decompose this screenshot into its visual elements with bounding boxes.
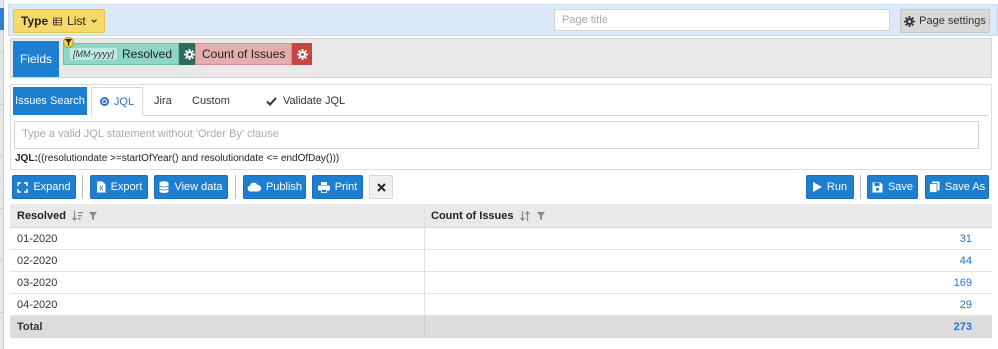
field-chip-count-of-issues[interactable]: Count of Issues xyxy=(195,43,313,65)
list-icon xyxy=(53,17,63,25)
fields-bar: Fields [MM-yyyy] Resolved Count of Issue… xyxy=(10,37,992,78)
print-button[interactable]: Print xyxy=(312,175,363,199)
sort-icon[interactable] xyxy=(71,211,83,221)
validate-jql-button[interactable]: Validate JQL xyxy=(266,87,345,115)
field-chip-label: Resolved xyxy=(122,47,173,61)
total-label: Total xyxy=(10,316,425,338)
expand-label: Expand xyxy=(33,181,71,193)
jql-summary: JQL:((resolutiondate >=startOfYear() and… xyxy=(15,153,339,164)
close-button[interactable] xyxy=(369,175,393,199)
column-header-count-of-issues[interactable]: Count of Issues xyxy=(425,204,992,228)
type-label: Type xyxy=(21,14,49,28)
column-header-resolved[interactable]: Resolved xyxy=(10,204,425,228)
tab-jql[interactable]: JQL xyxy=(91,87,143,115)
jql-input[interactable] xyxy=(14,121,979,149)
validate-jql-label: Validate JQL xyxy=(283,95,346,107)
jql-query-text: ((resolutiondate >=startOfYear() and res… xyxy=(37,153,340,164)
gear-icon[interactable] xyxy=(292,43,313,65)
tab-jira[interactable]: Jira xyxy=(154,87,172,115)
left-edge-tick xyxy=(0,52,4,53)
checkmark-icon xyxy=(266,96,277,106)
table-cell-count-link[interactable]: 31 xyxy=(425,228,992,250)
table-total-row: Total 273 xyxy=(10,316,992,338)
left-edge-accent xyxy=(0,8,4,30)
save-icon xyxy=(872,182,883,192)
expand-icon xyxy=(17,181,29,193)
left-edge-tick xyxy=(0,208,4,209)
table-cell-resolved: 02-2020 xyxy=(10,250,425,272)
left-edge-strip xyxy=(0,0,4,349)
printer-icon xyxy=(317,181,330,193)
cloud-icon xyxy=(247,182,261,192)
radio-selected-icon xyxy=(99,97,109,106)
column-header-label: Resolved xyxy=(17,210,66,222)
export-button[interactable]: X Export xyxy=(90,175,148,199)
fields-label: Fields xyxy=(13,41,59,77)
filter-icon[interactable] xyxy=(88,212,97,220)
view-data-label: View data xyxy=(174,181,223,193)
tab-jql-label: JQL xyxy=(113,95,135,108)
table-cell-count-link[interactable]: 29 xyxy=(425,294,992,316)
excel-file-icon: X xyxy=(96,181,106,193)
gear-icon xyxy=(904,15,916,27)
field-chip-resolved[interactable]: [MM-yyyy] Resolved xyxy=(63,43,200,65)
save-label: Save xyxy=(887,181,914,193)
close-icon xyxy=(376,182,386,192)
type-value: List xyxy=(67,14,86,28)
table-row: 04-2020 29 xyxy=(10,294,992,316)
table-row: 01-2020 31 xyxy=(10,228,992,250)
page-settings-label: Page settings xyxy=(919,15,986,27)
type-button[interactable]: Type List xyxy=(13,9,105,33)
database-icon xyxy=(159,181,170,193)
table-cell-resolved: 01-2020 xyxy=(10,228,425,250)
table-row: 02-2020 44 xyxy=(10,250,992,272)
toolbar-separator xyxy=(235,175,236,199)
save-as-button[interactable]: Save As xyxy=(925,175,989,199)
action-toolbar: Expand X Export View data Publish Print xyxy=(10,172,992,202)
page-settings-button[interactable]: Page settings xyxy=(900,9,990,33)
save-button[interactable]: Save xyxy=(867,175,918,199)
table-cell-count-link[interactable]: 44 xyxy=(425,250,992,272)
toolbar-separator xyxy=(82,175,83,199)
top-bar: Type List Page settings xyxy=(8,4,998,36)
field-chip-body[interactable]: Count of Issues xyxy=(195,43,293,65)
column-header-label: Count of Issues xyxy=(431,210,514,222)
table-header-row: Resolved Count of Issues xyxy=(10,204,992,228)
total-value[interactable]: 273 xyxy=(425,316,992,338)
left-edge-tick xyxy=(0,156,4,157)
print-label: Print xyxy=(334,181,358,193)
tab-divider xyxy=(143,115,989,116)
sort-icon[interactable] xyxy=(519,211,531,221)
svg-text:X: X xyxy=(99,187,103,193)
table-row: 03-2020 169 xyxy=(10,272,992,294)
tab-custom[interactable]: Custom xyxy=(192,87,230,115)
table-cell-resolved: 03-2020 xyxy=(10,272,425,294)
filter-icon[interactable] xyxy=(63,37,74,48)
toolbar-separator xyxy=(860,175,861,199)
copy-icon xyxy=(928,181,940,193)
issues-search-label: Issues Search xyxy=(13,87,87,115)
left-edge-tick xyxy=(0,104,4,105)
date-format-tag: [MM-yyyy] xyxy=(70,48,117,60)
field-chip-label: Count of Issues xyxy=(202,47,286,61)
export-label: Export xyxy=(110,181,143,193)
publish-button[interactable]: Publish xyxy=(243,175,306,199)
page-title-input[interactable] xyxy=(554,9,890,31)
field-chip-body[interactable]: [MM-yyyy] Resolved xyxy=(63,43,180,65)
left-edge-tick xyxy=(0,312,4,313)
left-edge-tick xyxy=(0,260,4,261)
table-cell-resolved: 04-2020 xyxy=(10,294,425,316)
publish-label: Publish xyxy=(265,181,303,193)
view-data-button[interactable]: View data xyxy=(154,175,228,199)
jql-prefix: JQL: xyxy=(15,153,38,164)
play-icon xyxy=(812,182,822,192)
table-cell-count-link[interactable]: 169 xyxy=(425,272,992,294)
expand-button[interactable]: Expand xyxy=(12,175,76,199)
run-button[interactable]: Run xyxy=(806,175,854,199)
chevron-down-icon xyxy=(91,19,97,23)
issues-search-panel: Issues Search JQL Jira Custom Validate J… xyxy=(10,84,992,170)
run-label: Run xyxy=(826,181,848,193)
filter-icon[interactable] xyxy=(536,212,545,220)
save-as-label: Save As xyxy=(944,181,986,193)
